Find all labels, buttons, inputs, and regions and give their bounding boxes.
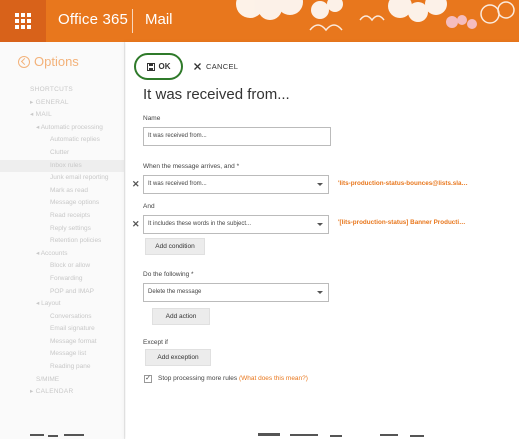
nav-item[interactable]: ◂ Accounts: [0, 248, 124, 261]
rule-name-input[interactable]: It was received from...: [143, 127, 331, 146]
ok-label: OK: [158, 62, 171, 71]
stop-processing-checkbox[interactable]: ✓: [144, 375, 152, 383]
add-condition-button[interactable]: Add condition: [145, 238, 205, 255]
app-name[interactable]: Office 365: [58, 11, 128, 28]
nav-item[interactable]: ▸ CALENDAR: [0, 386, 124, 399]
remove-condition1-icon[interactable]: ✕: [132, 179, 140, 189]
nav-item[interactable]: Message list: [0, 348, 124, 361]
module-name[interactable]: Mail: [145, 11, 173, 28]
do-following-label: Do the following *: [143, 271, 194, 278]
nav-item[interactable]: Message options: [0, 197, 124, 210]
options-nav-list: SHORTCUTS ▸ GENERAL ◂ MAIL ◂ Automatic proc…: [0, 84, 124, 399]
nav-item[interactable]: Read receipts: [0, 210, 124, 223]
bottom-edge-artifacts: [30, 433, 424, 437]
nav-item[interactable]: ▸ GENERAL: [0, 97, 124, 110]
options-back-link[interactable]: Options: [18, 54, 79, 69]
options-navigation: Options SHORTCUTS ▸ GENERAL ◂ MAIL ◂ Automa…: [0, 42, 125, 439]
add-exception-button[interactable]: Add exception: [145, 349, 211, 366]
and-label: And: [143, 203, 155, 210]
chevron-down-icon: [317, 183, 323, 186]
chevron-down-icon: [317, 223, 323, 226]
nav-item[interactable]: POP and IMAP: [0, 286, 124, 299]
condition2-detail-link[interactable]: '[lits-production-status] Banner Product…: [338, 219, 465, 226]
remove-condition2-icon[interactable]: ✕: [132, 219, 140, 229]
nav-item[interactable]: Conversations: [0, 311, 124, 324]
chevron-down-icon: [317, 291, 323, 294]
nav-item[interactable]: ◂ Layout: [0, 298, 124, 311]
nav-item[interactable]: SHORTCUTS: [0, 84, 124, 97]
nav-item[interactable]: ◂ Automatic processing: [0, 122, 124, 135]
cancel-button[interactable]: CANCEL: [194, 58, 238, 74]
back-arrow-icon: [18, 55, 30, 68]
header-cloud-theme-decoration: [236, 0, 515, 32]
action-value: Delete the message: [148, 289, 202, 295]
app-launcher-waffle-icon[interactable]: [0, 0, 46, 42]
when-label: When the message arrives, and *: [143, 163, 240, 170]
condition2-dropdown[interactable]: It includes these words in the subject..…: [143, 215, 329, 234]
nav-item[interactable]: S/MIME: [0, 374, 124, 387]
nav-item[interactable]: Reading pane: [0, 361, 124, 374]
options-heading: Options: [34, 54, 79, 69]
page-title: It was received from...: [143, 86, 290, 103]
nav-item[interactable]: Message format: [0, 336, 124, 349]
condition1-detail-link[interactable]: 'lits-production-status-bounces@lists.sl…: [338, 180, 468, 187]
action-dropdown[interactable]: Delete the message: [143, 283, 329, 302]
nav-item[interactable]: Inbox rules: [0, 159, 124, 173]
condition1-dropdown[interactable]: It was received from...: [143, 175, 329, 194]
rule-editor-panel: OK CANCEL It was received from... Name I…: [126, 42, 519, 439]
add-action-button[interactable]: Add action: [152, 308, 210, 325]
nav-item[interactable]: Junk email reporting: [0, 172, 124, 185]
close-icon: [194, 62, 201, 70]
condition1-value: It was received from...: [148, 181, 207, 187]
nav-item[interactable]: Clutter: [0, 147, 124, 160]
nav-item[interactable]: Forwarding: [0, 273, 124, 286]
save-icon: [146, 62, 155, 71]
nav-item[interactable]: Reply settings: [0, 223, 124, 236]
ok-button[interactable]: OK: [134, 53, 183, 80]
nav-item[interactable]: Mark as read: [0, 185, 124, 198]
nav-item[interactable]: ◂ MAIL: [0, 109, 124, 122]
condition2-value: It includes these words in the subject..…: [148, 221, 252, 227]
nav-item[interactable]: Automatic replies: [0, 134, 124, 147]
stop-processing-text: Stop processing more rules: [158, 375, 238, 382]
name-label: Name: [143, 115, 161, 122]
what-does-this-mean-link[interactable]: (What does this mean?): [239, 375, 308, 382]
cancel-label: CANCEL: [206, 61, 239, 71]
except-if-label: Except if: [143, 339, 168, 346]
nav-item[interactable]: Retention policies: [0, 235, 124, 248]
header-divider: [132, 9, 133, 33]
stop-processing-label: Stop processing more rules (What does th…: [158, 375, 308, 382]
top-bar: Office 365 Mail: [0, 0, 519, 42]
nav-item[interactable]: Email signature: [0, 323, 124, 336]
nav-item[interactable]: Block or allow: [0, 260, 124, 273]
